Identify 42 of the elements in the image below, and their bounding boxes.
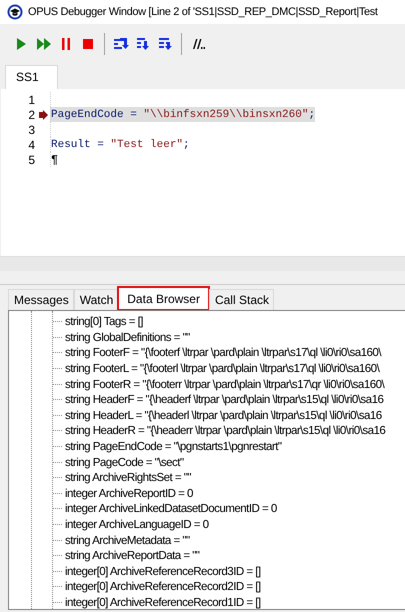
tree-item[interactable]: string HeaderF = "{\headerf \ltrpar \pard\plain \ltrpar\s15\ql \li0\ri0\sa16 [65, 393, 384, 406]
code-line: PageEndCode = "\\binfsxn259\\binsxn260"; [51, 108, 316, 122]
code-editor[interactable]: 1 2 PageEndCode = "\\binfsxn259\\binsxn260"; 3 4 Result = "Test leer"; 5 ¶ [0, 89, 405, 256]
panel-tab[interactable]: Data Browser [118, 287, 209, 310]
line-number: 5 [27, 152, 35, 166]
tree-item[interactable]: string FooterF = "{\footerf \ltrpar \pard\plain \ltrpar\s17\ql \li0\ri0\sa160\ [65, 346, 381, 360]
editor-tab[interactable]: SS1 [5, 65, 58, 89]
tree-item[interactable]: string ArchiveReportData = "" [65, 549, 200, 562]
tree-item[interactable]: string ArchiveRightsSet = "" [65, 471, 191, 484]
tree-item[interactable]: integer ArchiveLanguageID = 0 [65, 518, 209, 532]
code-line: ¶ [51, 152, 58, 166]
step-into-icon [135, 36, 151, 52]
tree-item[interactable]: string FooterR = "{\footerr \ltrpar \pard\plain \ltrpar\s17\qr \li0\ri0\sa160\ [65, 378, 384, 391]
tree-item[interactable]: string HeaderL = "{\headerl \ltrpar \pard\plain \ltrpar\s15\ql \li0\ri0\sa16 [65, 408, 382, 422]
tree-item[interactable]: string GlobalDefinitions = "" [65, 330, 190, 344]
tree-item[interactable]: integer ArchiveReportID = 0 [65, 486, 193, 500]
tree-item[interactable]: integer ArchiveLinkedDatasetDocumentID = 0 [65, 502, 277, 516]
step-out-icon [157, 36, 173, 52]
fast-forward-icon [36, 36, 52, 52]
tree-item[interactable]: integer[0] ArchiveReferenceRecord3ID = [] [65, 564, 261, 578]
tree-item[interactable]: string FooterL = "{\footerl \ltrpar \pard\plain \ltrpar\s17\ql \li0\ri0\sa160\ [65, 362, 380, 376]
tree-item[interactable]: string HeaderR = "{\headerr \ltrpar \pard\plain \ltrpar\s15\ql \li0\ri0\sa16 [65, 424, 386, 438]
step-over-icon [113, 36, 129, 52]
stop-icon [80, 36, 96, 52]
horizontal-scrollbar[interactable] [0, 256, 405, 271]
app-icon [7, 4, 23, 20]
tree-item[interactable]: string PageCode = "\sect" [65, 456, 184, 469]
tree-item[interactable]: integer[0] ArchiveReferenceRecord1ID = [] [65, 596, 261, 609]
code-line: Result = "Test leer"; [51, 138, 190, 152]
panel-tab[interactable]: Watch [74, 289, 118, 310]
line-number: 3 [27, 122, 35, 136]
line-number: 4 [27, 138, 35, 152]
line-number: 2 [27, 108, 35, 122]
panel-tab[interactable]: Call Stack [208, 289, 274, 310]
tree-item[interactable]: string PageEndCode = "\pgnstarts1\pgnrestart" [65, 440, 282, 454]
tree-item[interactable]: string[0] Tags = [] [65, 315, 143, 328]
panel-tab[interactable]: Messages [8, 289, 74, 310]
tree-item[interactable]: integer[0] ArchiveReferenceRecord2ID = [] [65, 580, 261, 594]
window-title: OPUS Debugger Window [Line 2 of 'SS1|SSD_REP_DMC|SSD_Report|Test [28, 6, 378, 18]
tree-item[interactable]: string ArchiveMetadata = "" [65, 534, 190, 547]
line-number: 1 [27, 92, 35, 106]
slashes-icon [190, 36, 206, 52]
